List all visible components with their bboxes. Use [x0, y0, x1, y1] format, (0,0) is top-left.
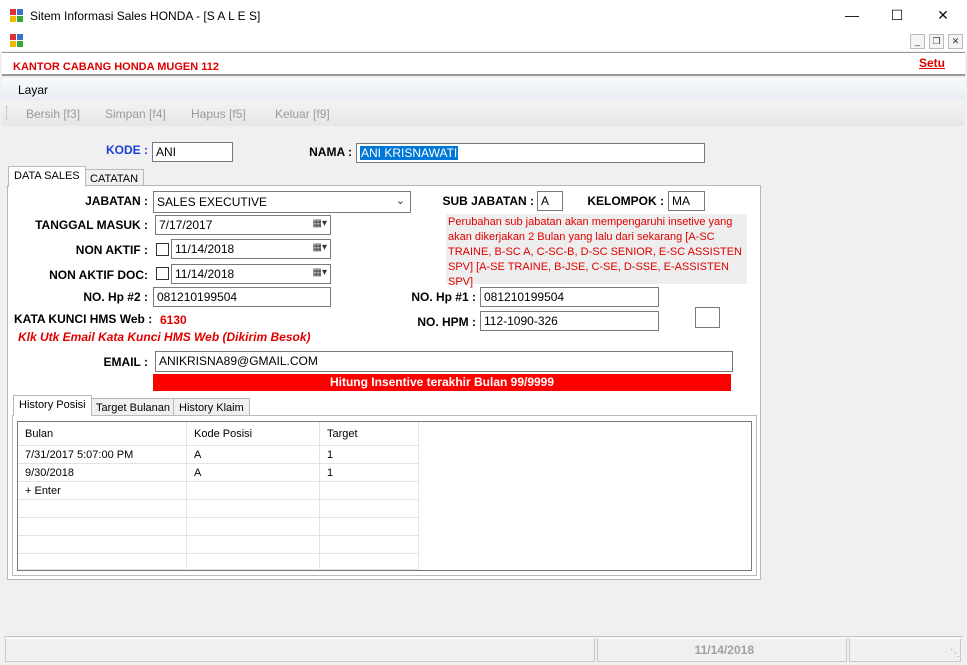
insentive-bar: Hitung Insentive terakhir Bulan 99/9999	[153, 374, 731, 391]
non-aktif-checkbox[interactable]	[156, 243, 169, 256]
status-date: 11/14/2018	[597, 638, 847, 662]
table-cell[interactable]	[187, 518, 320, 536]
hp2-input[interactable]: 081210199504	[153, 287, 331, 307]
setu-link[interactable]: Setu	[919, 56, 945, 70]
sub-jabatan-input[interactable]: A	[537, 191, 563, 211]
tanggal-masuk-picker[interactable]: 7/17/2017 ▦▾	[155, 215, 331, 235]
table-cell[interactable]: A	[187, 464, 320, 482]
window-title: Sitem Informasi Sales HONDA - [S A L E S…	[30, 9, 261, 23]
menu-bar	[2, 78, 965, 100]
bersih-button[interactable]: Bersih [f3]	[26, 107, 80, 121]
kelompok-label: KELOMPOK :	[587, 194, 664, 208]
keluar-button[interactable]: Keluar [f9]	[275, 107, 330, 121]
hpm-label: NO. HPM :	[417, 315, 476, 329]
nama-input[interactable]: ANI KRISNAWATI	[356, 143, 705, 163]
hpm-input[interactable]: 112-1090-326	[480, 311, 659, 331]
mdi-restore-icon[interactable]: ❐	[929, 34, 944, 49]
non-aktif-doc-picker[interactable]: 11/14/2018 ▦▾	[171, 264, 331, 284]
table-cell[interactable]	[320, 554, 419, 570]
table-cell[interactable]: 9/30/2018	[18, 464, 187, 482]
non-aktif-value: 11/14/2018	[175, 242, 235, 256]
email-label: EMAIL :	[103, 355, 148, 369]
resize-grip-icon[interactable]: ⋱	[950, 648, 960, 659]
app-icon	[10, 9, 24, 23]
tab-data-sales[interactable]: DATA SALES	[8, 166, 86, 187]
table-cell[interactable]	[187, 536, 320, 554]
table-cell[interactable]: 1	[320, 464, 419, 482]
table-cell[interactable]	[18, 536, 187, 554]
calendar-icon[interactable]: ▦▾	[313, 218, 327, 229]
kode-input[interactable]: ANI	[152, 142, 233, 162]
non-aktif-doc-label: NON AKTIF DOC:	[49, 268, 148, 282]
simpan-button[interactable]: Simpan [f4]	[105, 107, 166, 121]
non-aktif-doc-checkbox[interactable]	[156, 267, 169, 280]
jabatan-select[interactable]: SALES EXECUTIVE ⌄	[153, 191, 411, 213]
tab-history-posisi[interactable]: History Posisi	[13, 395, 92, 416]
jabatan-label: JABATAN :	[85, 194, 148, 208]
non-aktif-label: NON AKTIF :	[75, 243, 148, 257]
status-pane	[5, 638, 595, 662]
hp1-input[interactable]: 081210199504	[480, 287, 659, 307]
table-cell[interactable]	[18, 500, 187, 518]
mdi-bar	[0, 32, 967, 51]
extra-input[interactable]	[695, 307, 720, 328]
history-grid[interactable]: Bulan Kode Posisi Target 7/31/2017 5:07:…	[17, 421, 752, 571]
table-cell[interactable]	[320, 500, 419, 518]
calendar-icon[interactable]: ▦▾	[313, 242, 327, 253]
tanggal-masuk-label: TANGGAL MASUK :	[35, 218, 148, 232]
toolbar-grip	[6, 106, 8, 120]
kata-kunci-label: KATA KUNCI HMS Web :	[14, 312, 153, 326]
sub-jabatan-note: Perubahan sub jabatan akan mempengaruhi …	[446, 214, 747, 288]
table-cell[interactable]	[18, 554, 187, 570]
kata-kunci-value: 6130	[160, 313, 187, 327]
hapus-button[interactable]: Hapus [f5]	[191, 107, 246, 121]
table-cell[interactable]	[320, 536, 419, 554]
kelompok-input[interactable]: MA	[668, 191, 705, 211]
chevron-down-icon: ⌄	[395, 195, 405, 207]
nama-value: ANI KRISNAWATI	[360, 146, 459, 160]
column-header[interactable]: Target	[320, 422, 419, 446]
nama-label: NAMA :	[309, 145, 352, 159]
table-cell[interactable]	[320, 518, 419, 536]
table-cell[interactable]	[187, 554, 320, 570]
mdi-close-icon[interactable]: ✕	[948, 34, 963, 49]
non-aktif-picker[interactable]: 11/14/2018 ▦▾	[171, 239, 331, 259]
hp2-label: NO. Hp #2 :	[83, 290, 148, 304]
table-cell[interactable]: + Enter	[18, 482, 187, 500]
table-cell[interactable]	[187, 500, 320, 518]
table-cell[interactable]: 7/31/2017 5:07:00 PM	[18, 446, 187, 464]
table-cell[interactable]	[187, 482, 320, 500]
table-cell[interactable]: A	[187, 446, 320, 464]
maximize-icon[interactable]: ☐	[874, 0, 920, 32]
sub-jabatan-label: SUB JABATAN :	[442, 194, 534, 208]
column-header[interactable]: Bulan	[18, 422, 187, 446]
status-pane	[849, 638, 961, 662]
table-cell[interactable]	[320, 482, 419, 500]
jabatan-value: SALES EXECUTIVE	[157, 195, 268, 209]
mdi-child-icon[interactable]	[10, 34, 24, 48]
mdi-minimize-icon[interactable]: _	[910, 34, 925, 49]
calendar-icon[interactable]: ▦▾	[313, 267, 327, 278]
hp1-label: NO. Hp #1 :	[411, 290, 476, 304]
close-icon[interactable]: ✕	[920, 0, 966, 32]
table-cell[interactable]: 1	[320, 446, 419, 464]
non-aktif-doc-value: 11/14/2018	[175, 267, 235, 281]
email-kata-kunci-link[interactable]: Klk Utk Email Kata Kunci HMS Web (Dikiri…	[18, 330, 311, 344]
office-name: KANTOR CABANG HONDA MUGEN 112	[13, 61, 219, 73]
minimize-icon[interactable]: —	[829, 0, 875, 32]
column-header[interactable]: Kode Posisi	[187, 422, 320, 446]
menu-layar[interactable]: Layar	[18, 83, 48, 97]
kode-label: KODE :	[106, 143, 148, 157]
table-cell[interactable]	[18, 518, 187, 536]
email-input[interactable]: ANIKRISNA89@GMAIL.COM	[155, 351, 733, 372]
tanggal-masuk-value: 7/17/2017	[159, 218, 213, 232]
